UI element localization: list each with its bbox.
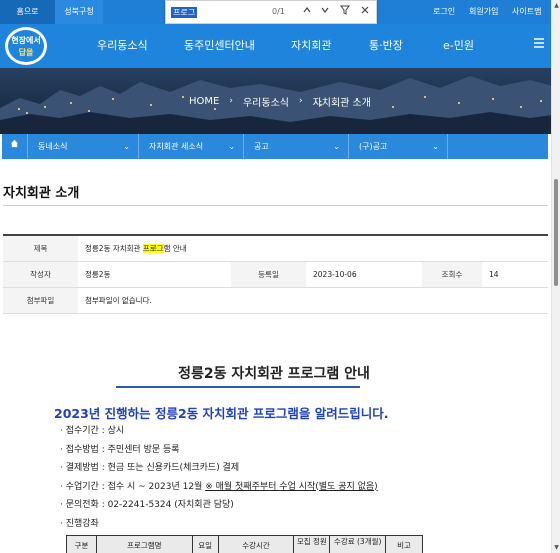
content-title: 정릉2동 자치회관 프로그램 안내 [178,366,370,382]
list-item-note: ※ 매월 첫째주부터 수업 시작(별도 공지 없음) [205,481,378,492]
subnav-dropdown-1[interactable]: 동네소식 ⌄ [28,134,139,159]
chevron-down-icon: ⌄ [123,142,130,151]
chevron-down-icon: ⌄ [333,142,340,151]
list-item: · 수업기간 : 접수 시 ~ 2023년 12월 ※ 매월 첫째주부터 수업 … [60,478,378,497]
site-logo[interactable]: 현장에서 답을 [4,26,48,66]
breadcrumb: HOME › 우리동소식 › 자치회관 소개 [0,68,560,134]
sitemap-link[interactable]: 사이트맵 [512,0,541,24]
signup-link[interactable]: 회원가입 [469,0,498,24]
views-label: 조회수 [422,262,482,287]
scrollbar-thumb[interactable] [554,179,558,286]
nav-item-e-minwon[interactable]: e-민원 [443,24,474,68]
subject-value: 정릉2동 자치회관 프로그램 안내 [78,236,548,261]
subject-text-post: 램 안내 [163,244,187,253]
chevron-down-icon: ⌄ [228,142,235,151]
subject-text-pre: 정릉2동 자치회관 [85,244,143,253]
list-item: · 결제방법 : 현금 또는 신용카드(체크카드) 결제 [60,463,240,473]
page-scrollbar[interactable]: ▲ ▼ [551,0,560,553]
table-header-cell: 수강시간 [218,536,295,553]
subnav-home-icon[interactable] [2,134,28,159]
table-header-cell: 모집 정원 [294,536,331,553]
table-header-cell: 구분 [67,536,97,553]
find-input[interactable]: 프로그 [171,7,198,18]
program-table: 구분 프로그램명 요일 수강시간 모집 정원 수강료 (3개월) 비고 [66,535,423,553]
table-row: 첨부파일 첨부파일이 없습니다. [3,288,548,314]
list-item: · 진행강좌 [60,518,99,529]
table-header-cell: 수강료 (3개월) [330,536,387,553]
attachment-label: 첨부파일 [3,288,78,313]
title-divider [3,205,548,206]
subnav-dropdown-2[interactable]: 자치회관 세소식 ⌄ [139,134,244,159]
subnav-dropdown-3[interactable]: 공고 ⌄ [244,134,349,159]
login-link[interactable]: 로그인 [433,0,455,24]
date-label: 등록일 [231,262,306,287]
nav-item-center-info[interactable]: 동주민센터안내 [184,24,255,68]
main-navigation: 우리동소식 동주민센터안내 자치회관 통·반장 e-민원 [0,24,560,68]
logo-text-line2: 답을 [19,47,34,57]
page-title: 자치회관 소개 [3,186,80,201]
program-info-list: · 접수기간 : 상시 · 접수방법 : 주민센터 방문 등록 · 결제방법 :… [60,422,378,533]
hero-banner: HOME › 우리동소식 › 자치회관 소개 [0,68,560,134]
subnav-label-4: (구)공고 [359,142,388,151]
subnav-label-3: 공고 [254,142,269,151]
list-item-text: · 수업기간 : 접수 시 ~ 2023년 12월 [60,481,206,492]
attachment-value: 첨부파일이 없습니다. [85,296,152,305]
logo-text-line1: 현장에서 [11,35,40,45]
nav-item-news[interactable]: 우리동소식 [97,24,148,68]
list-item: · 문의전화 : 02-2241-5324 (자치회관 담당) [60,500,234,510]
chevron-down-icon: ⌄ [432,142,439,151]
subnav-dropdown-4[interactable]: (구)공고 ⌄ [349,134,448,159]
breadcrumb-separator-icon: › [229,96,233,106]
post-info-table: 제목 정릉2동 자치회관 프로그램 안내 작성자 정릉2동 등록일 2023-1… [3,234,548,314]
find-next-icon[interactable] [318,5,332,19]
breadcrumb-news[interactable]: 우리동소식 [243,94,289,109]
table-row: 제목 정릉2동 자치회관 프로그램 안내 [3,236,548,262]
author-label: 작성자 [3,262,78,287]
scroll-down-icon[interactable]: ▼ [553,544,560,551]
content-title-underline [116,386,360,388]
find-bar: 프로그 0/1 [165,0,377,24]
table-row: 작성자 정릉2동 등록일 2023-10-06 조회수 14 [3,262,548,288]
breadcrumb-separator-icon: › [298,96,303,106]
find-match-count: 0/1 [272,7,285,16]
list-item: · 접수방법 : 주민센터 방문 등록 [60,444,180,455]
nav-item-autonomy-hall[interactable]: 자치회관 [291,24,331,68]
breadcrumb-home[interactable]: HOME [189,96,219,107]
author-value: 정릉2동 [85,270,111,279]
scroll-up-icon[interactable]: ▲ [553,2,560,9]
find-filter-icon[interactable] [338,5,352,19]
find-previous-icon[interactable] [300,5,314,19]
find-close-icon[interactable] [358,5,372,19]
content-lead: 2023년 진행하는 정릉2동 자치회관 프로그램을 알려드립니다. [54,406,389,421]
subnav-label-1: 동네소식 [38,142,68,151]
sub-navigation: 동네소식 ⌄ 자치회관 세소식 ⌄ 공고 ⌄ (구)공고 ⌄ [2,134,548,159]
subject-label: 제목 [3,236,78,261]
subnav-label-2: 자치회관 세소식 [149,142,204,151]
views-value: 14 [489,270,499,279]
home-link[interactable]: 홈으로 [0,0,55,24]
table-header-cell: 비고 [386,536,423,553]
breadcrumb-current: 자치회관 소개 [312,97,371,109]
find-highlight: 프로그 [142,244,164,253]
list-item: · 접수기간 : 상시 [60,426,125,436]
table-header-cell: 요일 [192,536,219,553]
nav-item-tong-ban[interactable]: 통·반장 [369,24,403,68]
hamburger-menu-icon[interactable] [532,37,546,51]
date-value: 2023-10-06 [313,270,357,279]
table-header-cell: 프로그램명 [96,536,193,553]
seongbuk-gu-link[interactable]: 성북구청 [55,0,103,24]
